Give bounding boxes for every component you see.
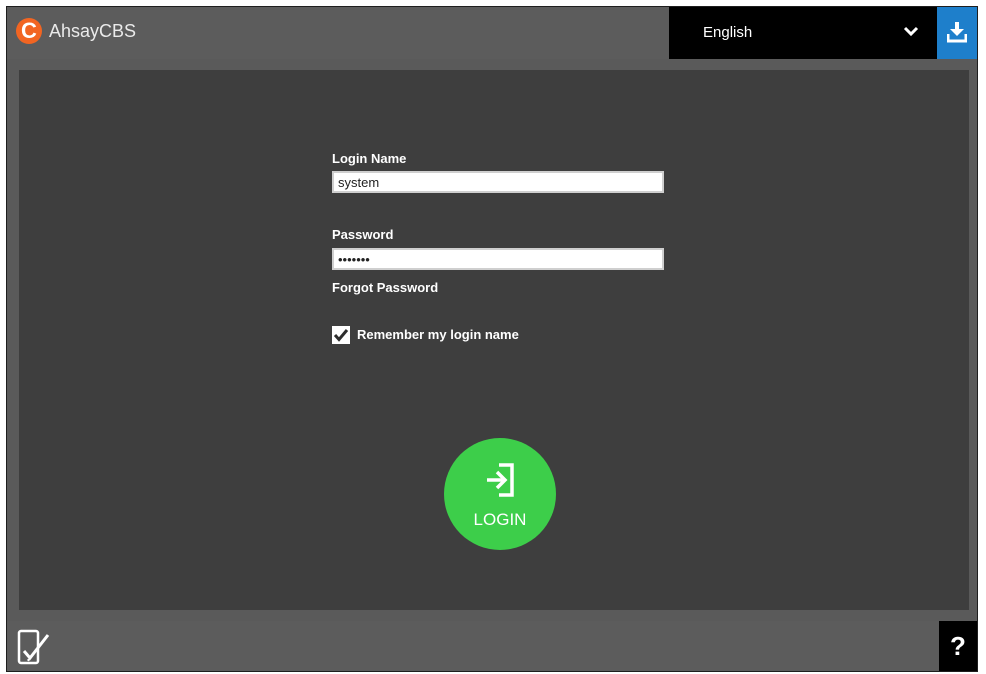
download-icon bbox=[947, 22, 967, 43]
help-button[interactable]: ? bbox=[939, 621, 977, 671]
password-input[interactable] bbox=[332, 248, 664, 270]
ahsay-logo-icon: C bbox=[16, 18, 42, 44]
remember-checkbox[interactable] bbox=[332, 326, 350, 344]
sign-in-icon bbox=[487, 463, 514, 497]
login-button[interactable]: LOGIN bbox=[444, 438, 556, 550]
footer-bar: ? bbox=[7, 621, 977, 671]
login-name-input[interactable] bbox=[332, 171, 664, 193]
language-select[interactable]: English bbox=[669, 7, 937, 59]
forgot-password-link[interactable]: Forgot Password bbox=[332, 280, 438, 295]
checkmark-icon bbox=[333, 329, 349, 342]
download-button[interactable] bbox=[937, 7, 977, 59]
help-icon: ? bbox=[950, 631, 966, 661]
language-value: English bbox=[703, 24, 753, 41]
app-title: AhsayCBS bbox=[49, 21, 137, 41]
header-bar: C AhsayCBS English bbox=[7, 7, 977, 59]
remember-label: Remember my login name bbox=[357, 327, 519, 342]
logo-letter: C bbox=[21, 18, 37, 43]
login-window: C AhsayCBS English Login Name Password F… bbox=[6, 6, 978, 672]
password-label: Password bbox=[332, 227, 394, 242]
login-button-label: LOGIN bbox=[473, 510, 527, 529]
mobile-check-icon[interactable] bbox=[17, 629, 51, 665]
login-panel: Login Name Password Forgot Password Reme… bbox=[19, 70, 969, 610]
login-name-label: Login Name bbox=[332, 151, 407, 166]
chevron-down-icon bbox=[903, 26, 919, 37]
